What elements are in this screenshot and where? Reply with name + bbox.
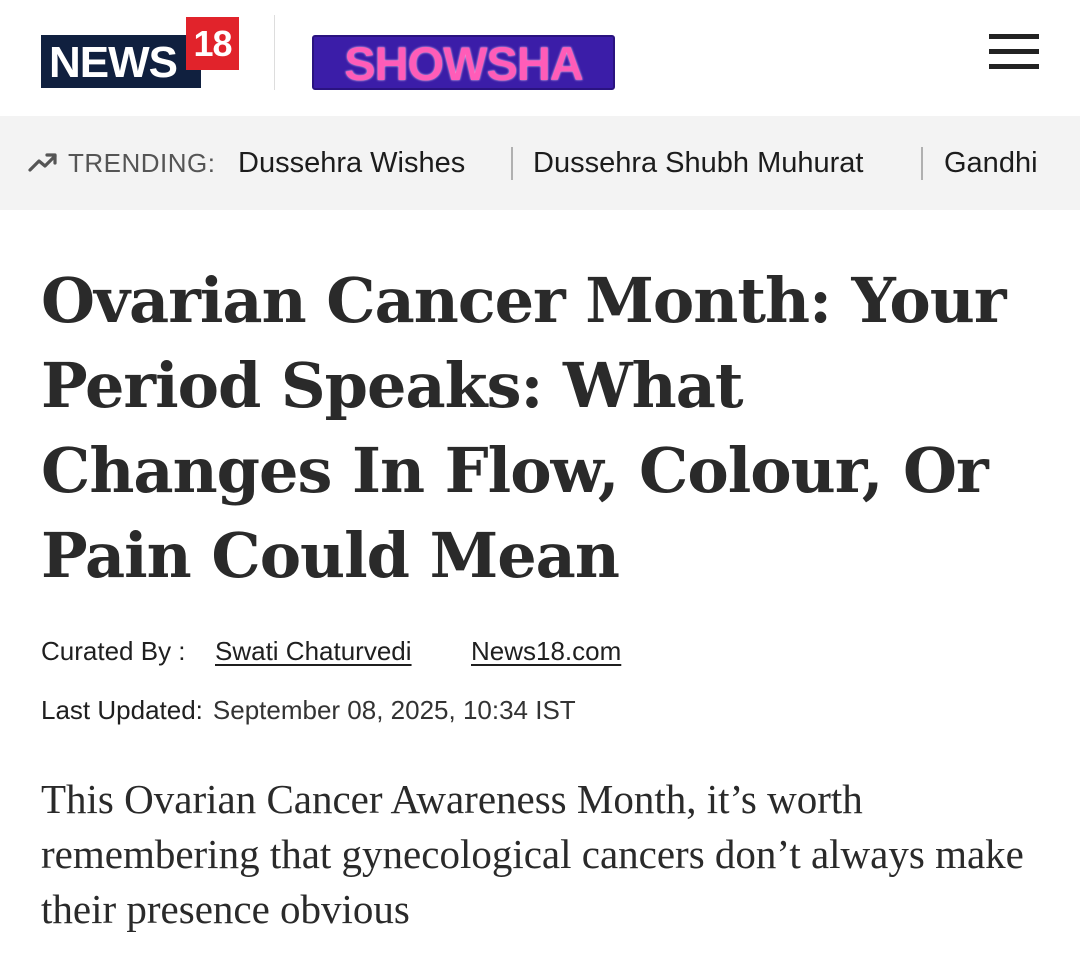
showsha-logo-text: SHOWSHA: [344, 37, 583, 90]
trending-item-dussehra-shubh-muhurat[interactable]: Dussehra Shubh Muhurat: [533, 147, 863, 180]
showsha-logo[interactable]: SHOWSHA: [312, 35, 615, 90]
article-summary: This Ovarian Cancer Awareness Month, it’…: [41, 776, 1024, 932]
news18-logo-text: NEWS: [49, 38, 178, 87]
trending-item-dussehra-wishes[interactable]: Dussehra Wishes: [238, 147, 465, 180]
last-updated-value: September 08, 2025, 10:34 IST: [212, 695, 576, 725]
article-headline: Ovarian Cancer Month: Your Period Speaks…: [41, 264, 1007, 592]
menu-bar: [989, 49, 1039, 54]
menu-bar: [989, 34, 1039, 39]
trending-separator: [921, 147, 923, 180]
news18-logo-badge: 18: [186, 17, 239, 70]
last-updated: Last Updated: September 08, 2025, 10:34 I…: [41, 695, 576, 726]
last-updated-label: Last Updated:: [41, 695, 203, 725]
author-link[interactable]: Swati Chaturvedi: [215, 636, 412, 667]
source-link[interactable]: News18.com: [471, 636, 621, 667]
hamburger-menu-icon[interactable]: [989, 34, 1039, 70]
menu-bar: [989, 64, 1039, 69]
site-header: NEWS 18 SHOWSHA: [0, 0, 1080, 116]
trending-up-icon: [28, 153, 57, 172]
trending-item-gandhi[interactable]: Gandhi: [944, 147, 1038, 180]
news18-logo-wordmark: NEWS: [41, 35, 201, 88]
news18-logo[interactable]: NEWS 18: [41, 17, 239, 88]
trending-separator: [511, 147, 513, 180]
curated-by-label: Curated By :: [41, 636, 186, 666]
trending-label: TRENDING:: [68, 148, 216, 178]
header-divider: [274, 15, 275, 90]
news18-logo-number: 18: [193, 23, 232, 64]
